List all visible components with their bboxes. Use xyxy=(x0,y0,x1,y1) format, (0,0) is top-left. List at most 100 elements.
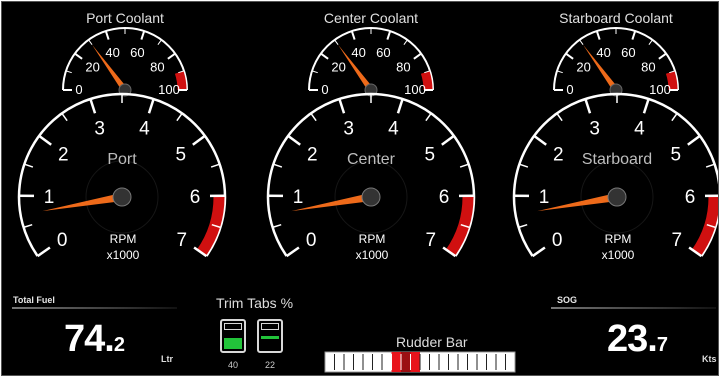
total-fuel-divider xyxy=(12,307,177,309)
coolant-tick-label-port: 20 xyxy=(85,59,99,74)
rpm-hub-port xyxy=(112,187,132,207)
rpm-hub-center xyxy=(361,187,381,207)
coolant-tick-port xyxy=(88,39,93,45)
trim-tabs-title: Trim Tabs % xyxy=(216,295,294,311)
coolant-tick-label-port: 100 xyxy=(158,82,180,97)
rpm-redline-center xyxy=(445,195,474,256)
rpm-redline-port xyxy=(196,195,225,256)
engine-dashboard: Port Coolant 0 20 40 60 80 100 Center Coolant 0 2… xyxy=(1,1,719,376)
rpm-tick-label-port: 2 xyxy=(58,145,69,166)
rudder-bar-title: Rudder Bar xyxy=(396,334,468,350)
rpm-tick-label-starboard: 3 xyxy=(589,119,600,140)
rpm-tick-label-center: 0 xyxy=(306,230,317,251)
rpm-tick-label-port: 3 xyxy=(94,119,105,140)
rpm-tick-starboard xyxy=(671,112,678,122)
rpm-tick-label-starboard: 0 xyxy=(552,230,563,251)
trim-tab-starboard-top xyxy=(261,323,279,330)
sog-value: 23.7 xyxy=(607,318,668,360)
rudder-bar-segment xyxy=(410,352,420,372)
rpm-tick-port xyxy=(38,134,52,146)
rpm-tick-center xyxy=(273,163,283,168)
rpm-hub-starboard xyxy=(607,187,627,207)
coolant-tick-port xyxy=(65,70,72,74)
rudder-bar-segment xyxy=(391,352,401,372)
rpm-tick-starboard xyxy=(556,112,563,122)
coolant-tick-port xyxy=(167,52,176,60)
trim-tab-port-value: 40 xyxy=(227,360,238,370)
rpm-tick-label-center: 1 xyxy=(293,187,304,208)
coolant-tick-starboard xyxy=(648,39,653,45)
rpm-unit-multiplier-center: x1000 xyxy=(356,248,389,262)
total-fuel-label: Total Fuel xyxy=(13,295,55,305)
coolant-tick-label-starboard: 20 xyxy=(576,59,590,74)
trim-tab-starboard-fill xyxy=(261,335,279,339)
coolant-tick-center xyxy=(320,52,329,60)
coolant-tick-label-center: 40 xyxy=(351,45,365,60)
rpm-tick-label-starboard: 6 xyxy=(685,187,696,208)
rpm-tick-starboard xyxy=(533,134,547,146)
rpm-tick-starboard xyxy=(687,134,701,146)
rpm-tick-label-center: 4 xyxy=(388,119,399,140)
rpm-tick-label-starboard: 4 xyxy=(634,119,645,140)
coolant-tick-label-starboard: 80 xyxy=(641,59,655,74)
rudder-bar-segment xyxy=(401,352,411,372)
coolant-tick-label-center: 20 xyxy=(331,59,345,74)
rpm-tick-port xyxy=(147,98,155,114)
rpm-tick-label-port: 6 xyxy=(190,187,201,208)
coolant-tick-label-center: 100 xyxy=(404,82,426,97)
rpm-tick-center xyxy=(310,112,317,122)
rpm-tick-center xyxy=(285,246,300,258)
coolant-tick-starboard xyxy=(631,30,637,40)
sog-divider xyxy=(551,307,716,309)
coolant-tick-center xyxy=(334,39,339,45)
coolant-tick-label-port: 40 xyxy=(105,45,119,60)
coolant-tick-starboard xyxy=(556,70,563,74)
coolant-tick-label-center: 80 xyxy=(396,59,410,74)
rpm-tick-starboard xyxy=(705,163,715,168)
sog-label: SOG xyxy=(557,295,578,305)
coolant-tick-center xyxy=(311,70,318,74)
rpm-tick-port xyxy=(210,163,220,168)
rpm-unit-center: RPM xyxy=(359,232,386,246)
total-fuel-value: 74.2 xyxy=(64,320,125,358)
rpm-tick-center xyxy=(441,134,455,146)
rpm-tick-starboard xyxy=(518,223,528,229)
rpm-tick-label-center: 5 xyxy=(424,145,435,166)
rpm-tick-center xyxy=(272,223,282,229)
coolant-tick-starboard xyxy=(579,39,584,45)
trim-tab-port xyxy=(220,319,246,353)
trim-tab-starboard-value: 22 xyxy=(264,360,275,370)
rpm-tick-center xyxy=(425,112,432,122)
rpm-tick-label-port: 5 xyxy=(175,145,186,166)
rpm-tick-starboard xyxy=(642,98,650,114)
coolant-tick-center xyxy=(403,39,408,45)
rpm-name-starboard: Starboard xyxy=(582,151,652,168)
trim-tab-port-fill xyxy=(224,337,242,349)
coolant-tick-starboard xyxy=(658,52,667,60)
rpm-tick-label-starboard: 5 xyxy=(670,145,681,166)
sog-whole: 23. xyxy=(607,318,658,360)
rpm-tick-label-center: 7 xyxy=(426,230,437,251)
rpm-tick-port xyxy=(61,112,68,122)
rpm-tick-label-starboard: 1 xyxy=(539,187,550,208)
coolant-tick-label-center: 60 xyxy=(376,45,390,60)
coolant-tick-port xyxy=(140,30,146,40)
rpm-needle-starboard xyxy=(537,193,618,212)
coolant-tick-port xyxy=(74,52,83,60)
rpm-tick-port xyxy=(23,223,33,229)
trim-tab-starboard xyxy=(257,319,283,353)
rpm-tick-port xyxy=(36,246,51,258)
total-fuel-unit: Ltr xyxy=(161,354,173,364)
coolant-tick-label-starboard: 40 xyxy=(596,45,610,60)
rpm-tick-starboard xyxy=(584,98,592,114)
rpm-tick-label-starboard: 7 xyxy=(672,230,683,251)
rpm-tick-center xyxy=(338,98,346,114)
rpm-unit-starboard: RPM xyxy=(605,232,632,246)
rpm-name-center: Center xyxy=(347,151,396,168)
rpm-tick-label-center: 6 xyxy=(439,187,450,208)
coolant-tick-label-starboard: 0 xyxy=(566,82,573,97)
rpm-tick-center xyxy=(459,163,469,168)
coolant-title-starboard: Starboard Coolant xyxy=(559,10,673,26)
rpm-tick-label-center: 3 xyxy=(343,119,354,140)
coolant-tick-center xyxy=(350,30,356,40)
